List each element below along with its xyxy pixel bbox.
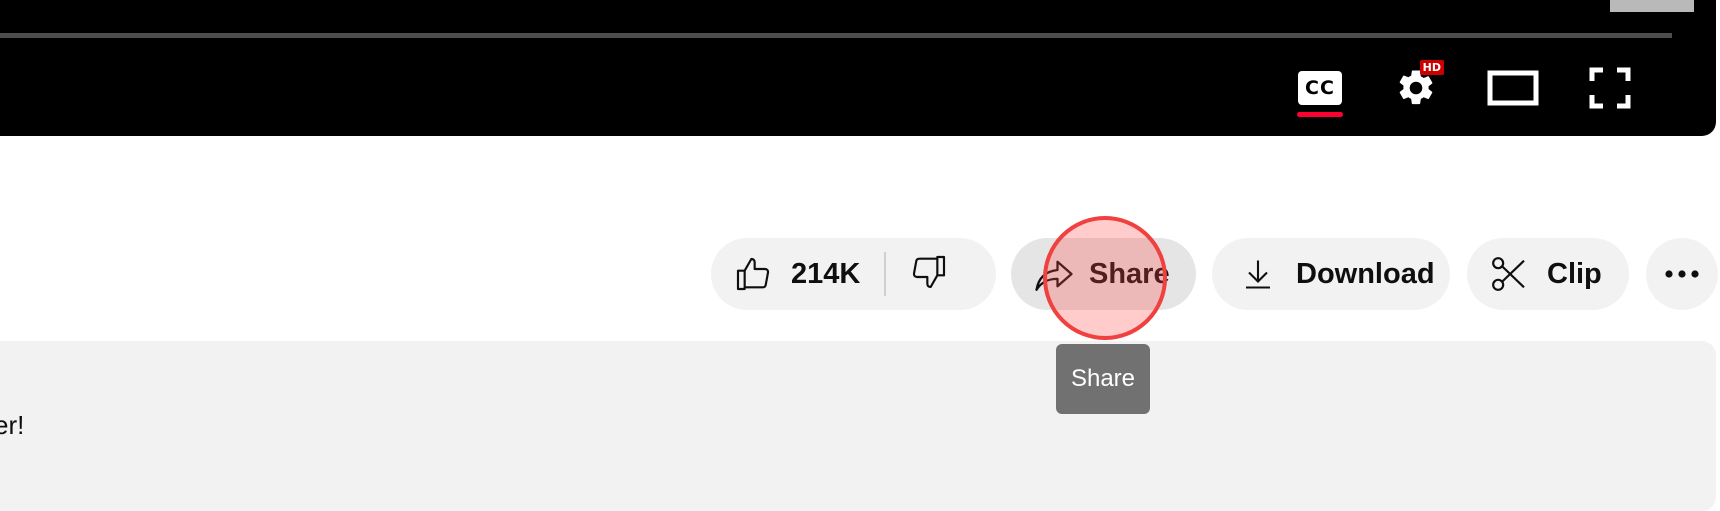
like-count[interactable]: 214K [791,258,860,291]
share-label: Share [1089,257,1170,290]
thumbs-down-icon[interactable] [909,252,949,292]
captions-icon: CC [1298,71,1342,105]
download-button[interactable]: Download [1212,238,1450,310]
download-label: Download [1296,257,1435,290]
hd-badge: HD [1419,60,1444,75]
theater-mode-button[interactable] [1483,60,1543,116]
like-divider [884,252,886,296]
thumbs-up-icon[interactable] [733,254,773,294]
captions-active-indicator [1297,112,1343,117]
share-arrow-icon [1035,260,1073,291]
end-screen-thumbnail[interactable] [1610,0,1694,12]
settings-button[interactable]: HD [1386,60,1446,116]
clip-button[interactable]: Clip [1467,238,1629,310]
clip-label: Clip [1547,257,1602,290]
share-tooltip: Share [1056,344,1150,414]
video-player[interactable]: CC HD [0,0,1716,136]
tooltip-text: Share [1070,365,1136,392]
fullscreen-button[interactable] [1580,60,1640,116]
more-horizontal-icon [1665,270,1699,278]
captions-label: CC [1305,77,1335,99]
fullscreen-icon [1589,67,1631,109]
like-dislike-group: 214K [711,238,996,310]
share-button[interactable]: Share [1011,238,1196,310]
progress-bar[interactable] [0,33,1672,38]
download-icon [1246,260,1270,289]
description-box[interactable] [0,341,1716,511]
description-text: er! [0,410,25,440]
scissors-icon [1492,257,1525,291]
theater-mode-icon [1487,70,1539,106]
more-actions-button[interactable] [1646,238,1718,310]
captions-button[interactable]: CC [1290,60,1350,117]
